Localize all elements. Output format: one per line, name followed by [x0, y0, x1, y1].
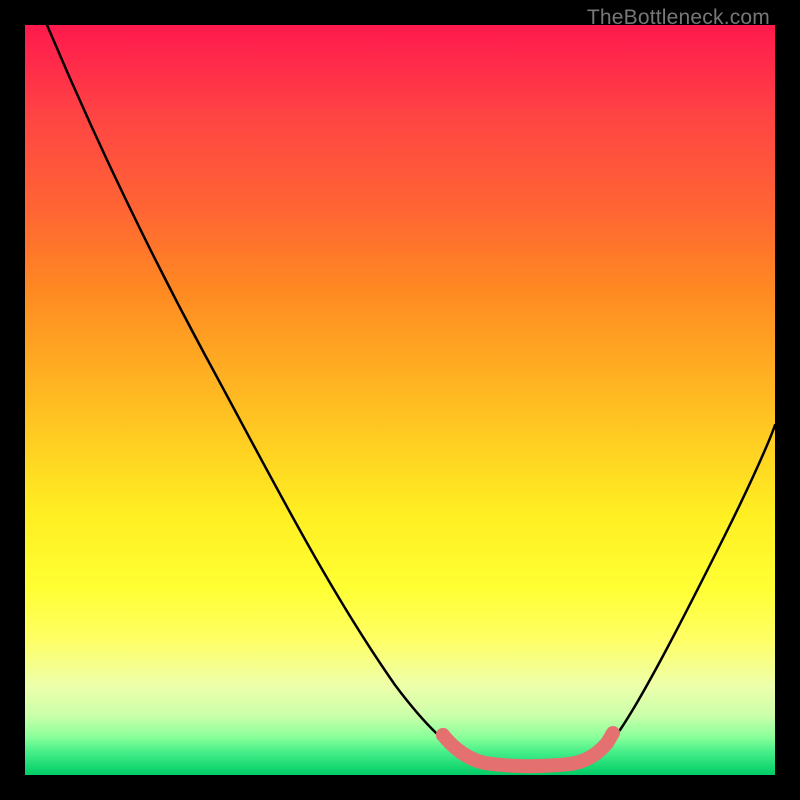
- optimal-range-overlay: [443, 733, 613, 766]
- chart-svg: [25, 25, 775, 775]
- watermark-text: TheBottleneck.com: [587, 6, 770, 30]
- bottleneck-curve: [47, 25, 775, 766]
- chart-container: TheBottleneck.com: [0, 0, 800, 800]
- optimal-range-dot: [436, 728, 450, 742]
- plot-area: [25, 25, 775, 775]
